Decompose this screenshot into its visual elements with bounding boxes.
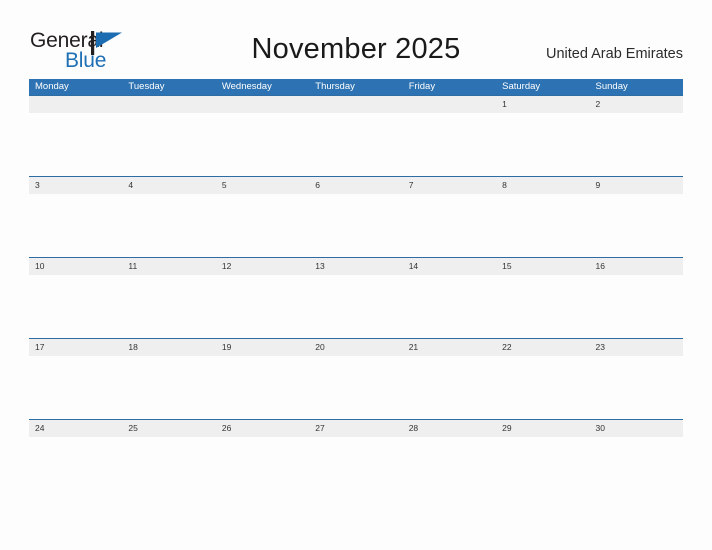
day-cell[interactable]: 18 <box>122 339 215 356</box>
weekday-header-friday: Friday <box>408 81 436 92</box>
day-cell[interactable]: 3 <box>29 177 122 194</box>
week-row: 17 18 19 20 21 22 23 <box>29 338 683 419</box>
day-cell[interactable]: 11 <box>122 258 215 275</box>
day-cell[interactable]: 29 <box>496 420 589 437</box>
day-cell[interactable]: 2 <box>590 96 683 113</box>
day-cell[interactable]: 19 <box>216 339 309 356</box>
day-cell[interactable] <box>29 96 122 113</box>
day-cell[interactable]: 15 <box>496 258 589 275</box>
day-cell[interactable]: 24 <box>29 420 122 437</box>
day-cell[interactable]: 6 <box>309 177 402 194</box>
weekday-header-row: Monday Tuesday Wednesday Thursday Friday… <box>29 79 683 95</box>
week-row: 3 4 5 6 7 8 9 <box>29 176 683 257</box>
week-body <box>29 356 683 419</box>
week-date-band: 10 11 12 13 14 15 16 <box>29 257 683 275</box>
day-cell[interactable]: 5 <box>216 177 309 194</box>
day-cell[interactable]: 17 <box>29 339 122 356</box>
week-body <box>29 437 683 500</box>
weekday-header-saturday: Saturday <box>502 81 541 92</box>
day-cell[interactable]: 28 <box>403 420 496 437</box>
day-cell[interactable]: 4 <box>122 177 215 194</box>
day-cell[interactable]: 20 <box>309 339 402 356</box>
week-body <box>29 275 683 338</box>
week-date-band: 1 2 <box>29 95 683 113</box>
day-cell[interactable] <box>122 96 215 113</box>
day-cell[interactable]: 21 <box>403 339 496 356</box>
day-cell[interactable]: 12 <box>216 258 309 275</box>
day-cell[interactable]: 13 <box>309 258 402 275</box>
weekday-header-tuesday: Tuesday <box>128 81 165 92</box>
day-cell[interactable]: 27 <box>309 420 402 437</box>
day-cell[interactable]: 30 <box>590 420 683 437</box>
day-cell[interactable] <box>403 96 496 113</box>
week-date-band: 3 4 5 6 7 8 9 <box>29 176 683 194</box>
weekday-header-monday: Monday <box>35 81 69 92</box>
weekday-header-sunday: Sunday <box>595 81 628 92</box>
week-body <box>29 194 683 257</box>
week-body <box>29 113 683 176</box>
day-cell[interactable] <box>309 96 402 113</box>
weekday-header-thursday: Thursday <box>315 81 355 92</box>
day-cell[interactable] <box>216 96 309 113</box>
day-cell[interactable]: 16 <box>590 258 683 275</box>
week-row: 10 11 12 13 14 15 16 <box>29 257 683 338</box>
week-date-band: 24 25 26 27 28 29 30 <box>29 419 683 437</box>
day-cell[interactable]: 23 <box>590 339 683 356</box>
calendar-grid: Monday Tuesday Wednesday Thursday Friday… <box>29 79 683 500</box>
locale-label: United Arab Emirates <box>545 46 683 62</box>
weekday-header-wednesday: Wednesday <box>221 81 272 92</box>
day-cell[interactable]: 22 <box>496 339 589 356</box>
day-cell[interactable]: 26 <box>216 420 309 437</box>
day-cell[interactable]: 9 <box>590 177 683 194</box>
day-cell[interactable]: 10 <box>29 258 122 275</box>
day-cell[interactable]: 14 <box>403 258 496 275</box>
day-cell[interactable]: 25 <box>122 420 215 437</box>
page-header: General Blue November 2025 United Arab E… <box>0 0 712 78</box>
week-row: 24 25 26 27 28 29 30 <box>29 419 683 500</box>
day-cell[interactable]: 1 <box>496 96 589 113</box>
week-row: 1 2 <box>29 95 683 176</box>
week-date-band: 17 18 19 20 21 22 23 <box>29 338 683 356</box>
day-cell[interactable]: 7 <box>403 177 496 194</box>
day-cell[interactable]: 8 <box>496 177 589 194</box>
